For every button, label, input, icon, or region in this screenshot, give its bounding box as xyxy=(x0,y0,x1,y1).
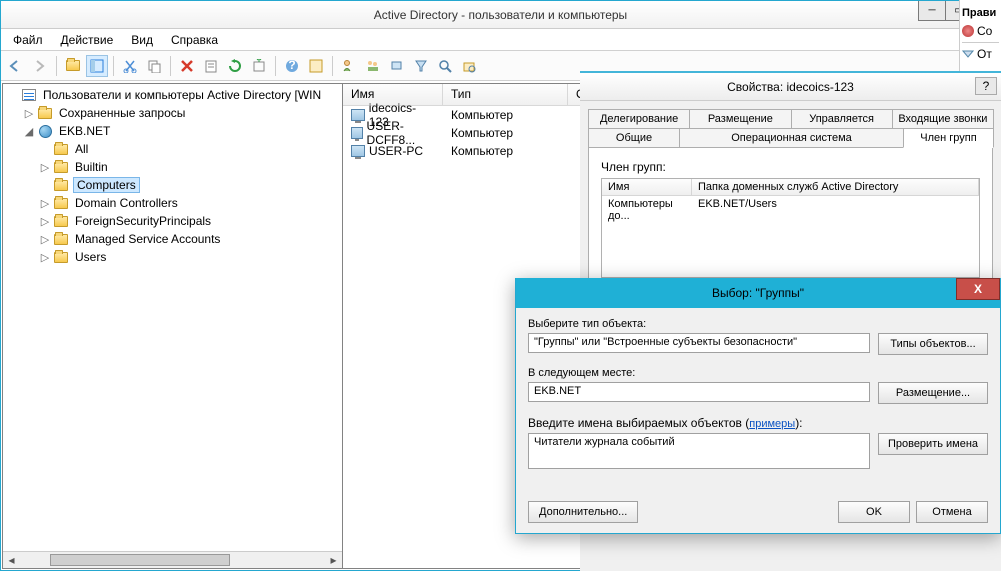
properties-titlebar[interactable]: Свойства: idecoics-123 ? xyxy=(580,73,1001,101)
forward-icon[interactable] xyxy=(29,55,51,77)
object-type-field: "Группы" или "Встроенные субъекты безопа… xyxy=(528,333,870,353)
object-type-label: Выберите тип объекта: xyxy=(528,318,988,330)
tab-os[interactable]: Операционная система xyxy=(679,128,904,147)
ok-button[interactable]: OK xyxy=(838,501,910,523)
picker-titlebar[interactable]: Выбор: "Группы" X xyxy=(516,278,1000,308)
tree-item-builtin[interactable]: ▷ Builtin xyxy=(5,158,342,176)
export-icon[interactable] xyxy=(248,55,270,77)
properties-icon[interactable] xyxy=(200,55,222,77)
tab-managed-by[interactable]: Управляется xyxy=(791,109,893,128)
folder-icon xyxy=(38,108,52,119)
tree-item-computers[interactable]: Computers xyxy=(5,176,342,194)
up-folder-icon[interactable] xyxy=(62,55,84,77)
show-tree-icon[interactable] xyxy=(86,55,108,77)
side-row[interactable]: От xyxy=(962,45,999,63)
help-icon[interactable]: ? xyxy=(281,55,303,77)
tree-domain[interactable]: ◢ EKB.NET xyxy=(5,122,342,140)
folder-icon xyxy=(54,144,68,155)
domain-icon xyxy=(39,125,52,138)
object-picker-dialog: Выбор: "Группы" X Выберите тип объекта: … xyxy=(515,278,1001,534)
app-icon[interactable] xyxy=(305,55,327,77)
col-name[interactable]: Имя xyxy=(602,179,692,195)
tree-panel: Пользователи и компьютеры Active Directo… xyxy=(2,83,342,569)
tab-general[interactable]: Общие xyxy=(588,128,680,147)
member-of-label: Член групп: xyxy=(601,160,980,174)
location-label: В следующем месте: xyxy=(528,367,988,379)
tree-item-msa[interactable]: ▷ Managed Service Accounts xyxy=(5,230,342,248)
find-group-icon[interactable] xyxy=(362,55,384,77)
check-names-button[interactable]: Проверить имена xyxy=(878,433,988,455)
col-folder[interactable]: Папка доменных служб Active Directory xyxy=(692,179,979,195)
tree-saved-queries[interactable]: ▷ Сохраненные запросы xyxy=(5,104,342,122)
folder-icon xyxy=(54,234,68,245)
close-button[interactable]: X xyxy=(956,278,1000,300)
tree-item-fsp[interactable]: ▷ ForeignSecurityPrincipals xyxy=(5,212,342,230)
menu-file[interactable]: Файл xyxy=(5,31,51,49)
tab-delegation[interactable]: Делегирование xyxy=(588,109,690,128)
tree-h-scrollbar[interactable]: ◂▸ xyxy=(3,551,342,568)
right-panel-fragment: Прави Со От xyxy=(959,0,1001,76)
menu-action[interactable]: Действие xyxy=(53,31,122,49)
find-user-icon[interactable] xyxy=(338,55,360,77)
root-icon xyxy=(22,89,36,101)
back-icon[interactable] xyxy=(5,55,27,77)
help-button[interactable]: ? xyxy=(975,77,997,95)
tree-item-users[interactable]: ▷ Users xyxy=(5,248,342,266)
refresh-icon[interactable] xyxy=(224,55,246,77)
location-field: EKB.NET xyxy=(528,382,870,402)
aduc-titlebar[interactable]: Active Directory - пользователи и компью… xyxy=(1,1,1000,29)
svg-text:?: ? xyxy=(288,59,295,72)
side-title: Прави xyxy=(962,4,999,22)
tree-root[interactable]: Пользователи и компьютеры Active Directo… xyxy=(5,86,342,104)
copy-icon[interactable] xyxy=(143,55,165,77)
menu-view[interactable]: Вид xyxy=(123,31,161,49)
folder-icon xyxy=(54,216,68,227)
cut-icon[interactable] xyxy=(119,55,141,77)
member-row[interactable]: Компьютеры до... EKB.NET/Users xyxy=(602,196,979,224)
object-names-input[interactable]: Читатели журнала событий xyxy=(528,433,870,469)
minimize-button[interactable]: ─ xyxy=(918,1,946,21)
menu-bar: Файл Действие Вид Справка xyxy=(1,29,1000,51)
member-of-list[interactable]: Имя Папка доменных служб Active Director… xyxy=(601,178,980,278)
computer-icon xyxy=(351,127,363,139)
names-label: Введите имена выбираемых объектов (приме… xyxy=(528,416,988,430)
advanced-button[interactable]: Дополнительно... xyxy=(528,501,638,523)
folder-icon xyxy=(54,252,68,263)
find-icon[interactable] xyxy=(434,55,456,77)
computer-icon xyxy=(351,145,365,157)
filter-icon[interactable] xyxy=(410,55,432,77)
locations-button[interactable]: Размещение... xyxy=(878,382,988,404)
tree-item-domain-controllers[interactable]: ▷ Domain Controllers xyxy=(5,194,342,212)
add-computer-icon[interactable] xyxy=(386,55,408,77)
tree-item-all[interactable]: All xyxy=(5,140,342,158)
col-type[interactable]: Тип xyxy=(443,84,568,105)
tab-dialin[interactable]: Входящие звонки xyxy=(892,109,994,128)
folder-icon xyxy=(54,198,68,209)
object-types-button[interactable]: Типы объектов... xyxy=(878,333,988,355)
tab-member-of[interactable]: Член групп xyxy=(903,128,994,148)
side-row[interactable]: Со xyxy=(962,22,999,40)
menu-help[interactable]: Справка xyxy=(163,31,226,49)
cancel-button[interactable]: Отмена xyxy=(916,501,988,523)
folder-icon xyxy=(54,180,68,191)
computer-icon xyxy=(351,109,365,121)
examples-link[interactable]: примеры xyxy=(749,418,795,430)
delete-icon[interactable] xyxy=(176,55,198,77)
folder-icon xyxy=(54,162,68,173)
tab-body-member-of: Член групп: Имя Папка доменных служб Act… xyxy=(588,147,993,297)
find-container-icon[interactable] xyxy=(458,55,480,77)
aduc-title: Active Directory - пользователи и компью… xyxy=(374,8,627,22)
tab-location[interactable]: Размещение xyxy=(689,109,791,128)
